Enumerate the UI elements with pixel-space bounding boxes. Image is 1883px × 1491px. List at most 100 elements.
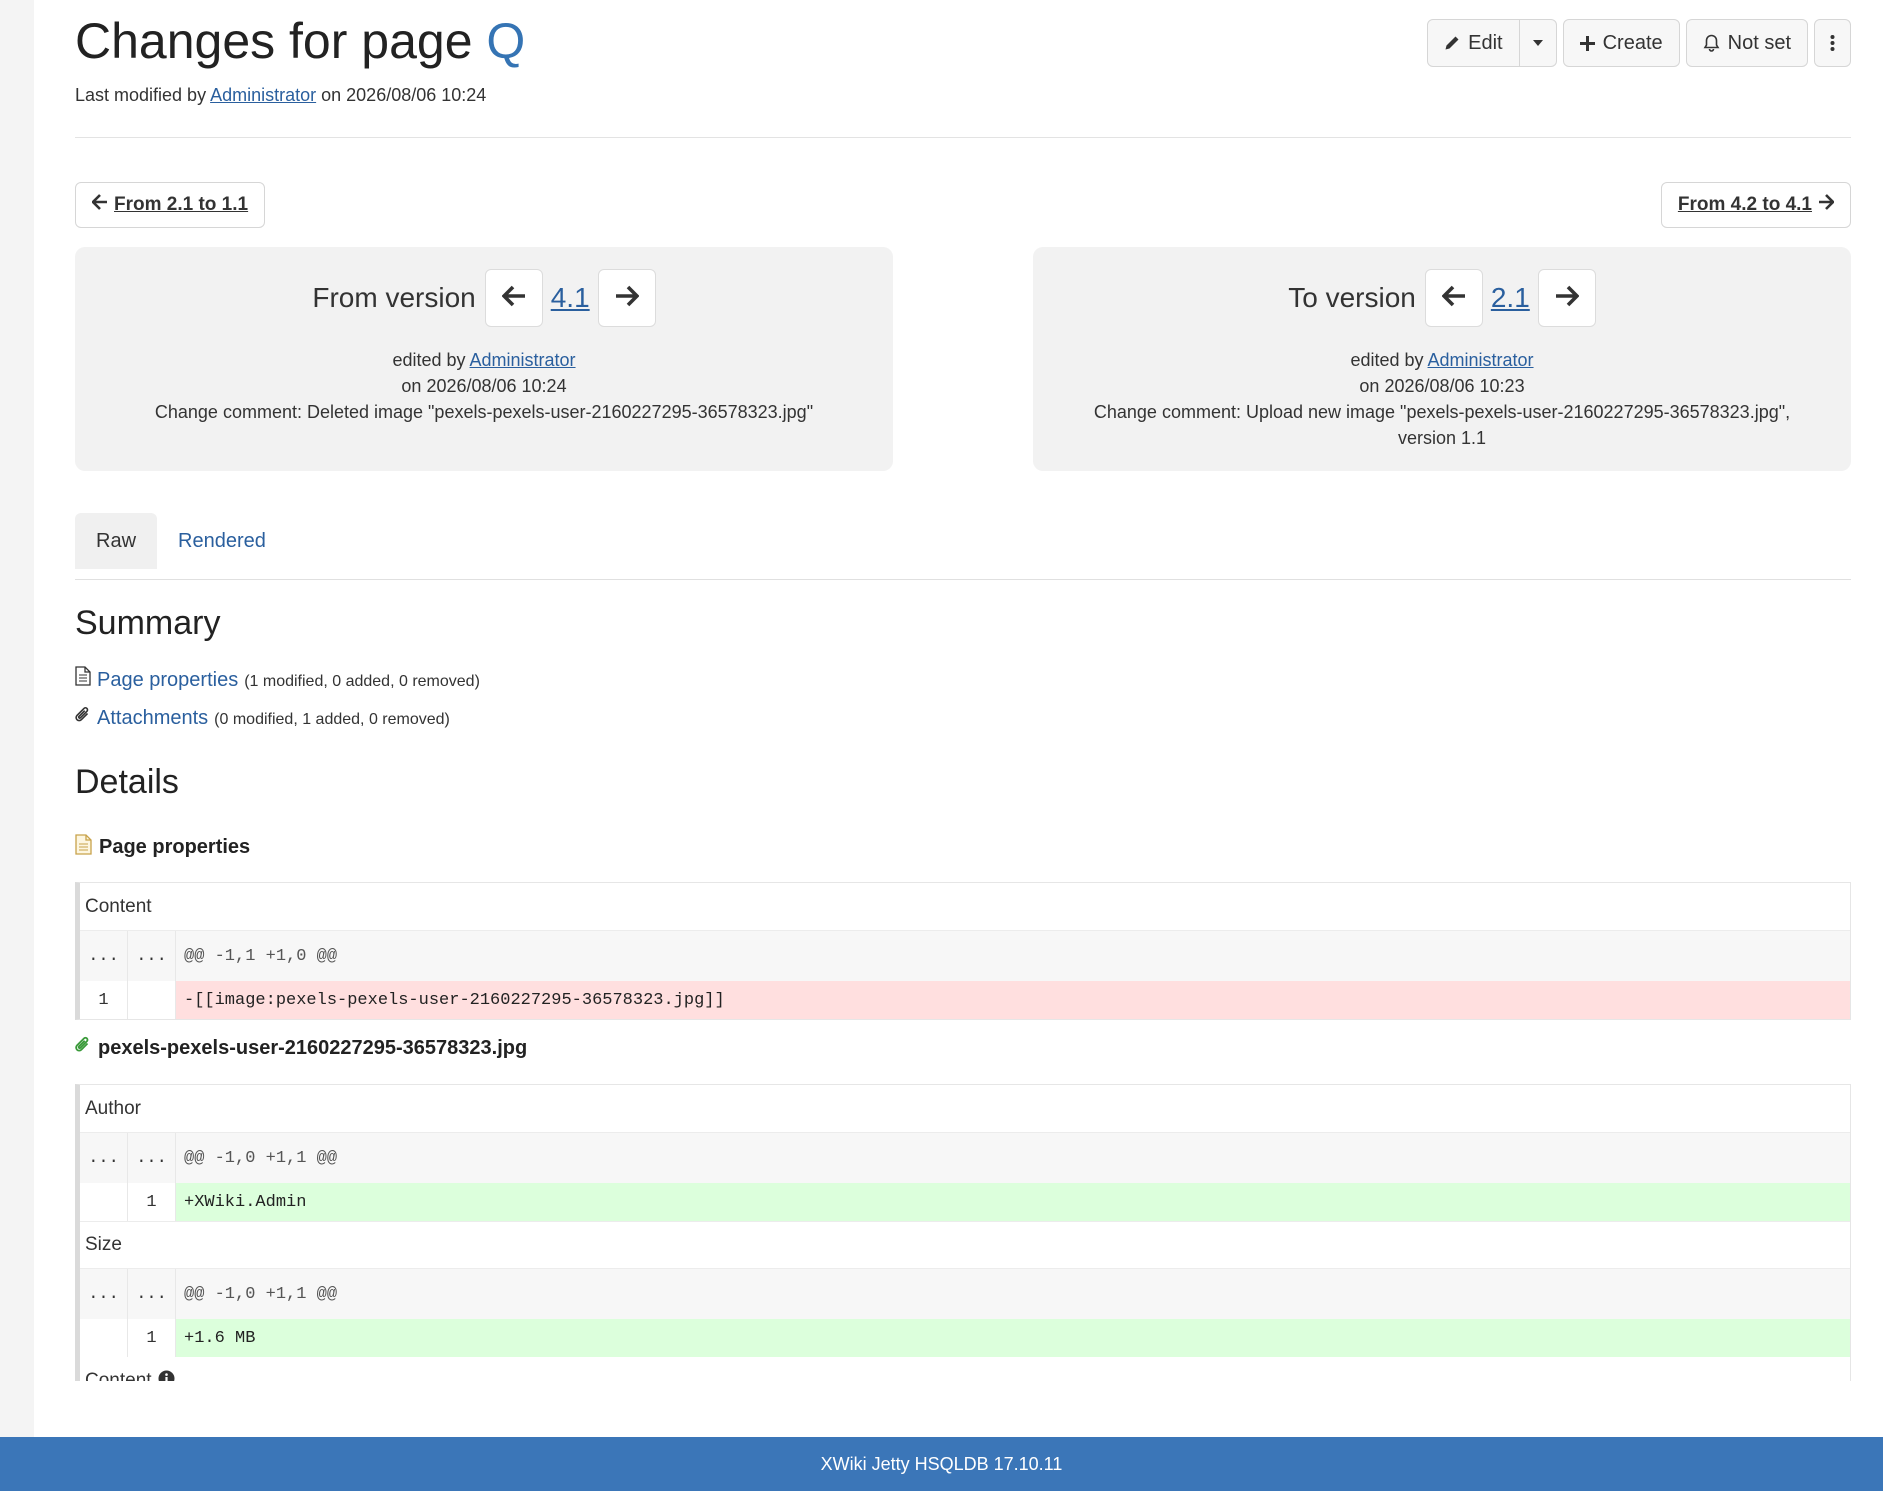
last-modified: Last modified by Administrator on 2026/0… bbox=[75, 85, 486, 106]
to-version-panel: To version 2.1 edited by Administrator o… bbox=[1033, 247, 1851, 471]
tab-rendered[interactable]: Rendered bbox=[157, 513, 287, 569]
footer-text: XWiki Jetty HSQLDB 17.10.11 bbox=[820, 1453, 1063, 1474]
from-version-date: on 2026/08/06 10:24 bbox=[401, 376, 567, 396]
vertical-ellipsis-icon bbox=[1830, 34, 1835, 52]
from-version-previous-button[interactable] bbox=[484, 269, 543, 327]
paperclip-icon bbox=[75, 706, 91, 729]
diff-hunk-header: ... ... @@ -1,0 +1,1 @@ bbox=[80, 1269, 1850, 1319]
details-attachment-title: pexels-pexels-user-2160227295-36578323.j… bbox=[98, 1036, 528, 1059]
new-line-number: ... bbox=[128, 1269, 176, 1319]
diff-line-text: -[[image:pexels-pexels-user-2160227295-3… bbox=[176, 981, 1850, 1019]
notifications-button[interactable]: Not set bbox=[1685, 19, 1808, 67]
diff-hunk-header: ... ... @@ -1,1 +1,0 @@ bbox=[80, 931, 1850, 981]
diff-hunk-header: ... ... @@ -1,0 +1,1 @@ bbox=[80, 1133, 1850, 1183]
arrow-right-icon bbox=[1818, 194, 1835, 216]
edit-dropdown-button[interactable] bbox=[1519, 19, 1557, 67]
to-version-editor: edited by Administrator bbox=[1073, 347, 1811, 373]
more-actions-button[interactable] bbox=[1814, 19, 1851, 67]
from-version-editor: edited by Administrator bbox=[115, 347, 853, 373]
edit-label: Edit bbox=[1468, 31, 1503, 54]
details-page-properties-heading: Page properties bbox=[75, 834, 250, 861]
new-line-number: ... bbox=[128, 1133, 176, 1183]
to-version-date: on 2026/08/06 10:23 bbox=[1359, 376, 1525, 396]
details-heading: Details bbox=[75, 763, 179, 801]
old-line-number: 1 bbox=[80, 981, 128, 1019]
create-button[interactable]: Create bbox=[1562, 19, 1680, 67]
author-link[interactable]: Administrator bbox=[210, 85, 316, 105]
to-version-meta: edited by Administrator on 2026/08/06 10… bbox=[1033, 347, 1851, 451]
summary-heading: Summary bbox=[75, 604, 221, 642]
to-version-author-link[interactable]: Administrator bbox=[1428, 350, 1534, 370]
page-toolbar: Edit Create Not set bbox=[1427, 19, 1851, 67]
arrow-left-icon bbox=[501, 285, 526, 312]
plus-icon bbox=[1579, 35, 1595, 51]
notifications-label: Not set bbox=[1727, 31, 1791, 54]
next-change-button[interactable]: From 4.2 to 4.1 bbox=[1660, 182, 1851, 228]
from-version-next-button[interactable] bbox=[597, 269, 656, 327]
page-title-prefix: Changes for page bbox=[75, 13, 473, 69]
create-label: Create bbox=[1602, 31, 1663, 54]
from-version-author-link[interactable]: Administrator bbox=[470, 350, 576, 370]
diff-line-text: +1.6 MB bbox=[176, 1319, 1850, 1357]
summary-page-properties-counts: (1 modified, 0 added, 0 removed) bbox=[244, 673, 480, 690]
from-version-panel: From version 4.1 edited by Administrator… bbox=[75, 247, 893, 471]
from-version-meta: edited by Administrator on 2026/08/06 10… bbox=[75, 347, 893, 425]
to-version-comment: Change comment: Upload new image "pexels… bbox=[1093, 402, 1791, 448]
diff-property-content: Content bbox=[85, 1370, 152, 1381]
document-icon bbox=[75, 666, 91, 691]
to-version-next-button[interactable] bbox=[1537, 269, 1596, 327]
edit-button-group: Edit bbox=[1427, 19, 1557, 67]
old-line-number: ... bbox=[80, 1269, 128, 1319]
hunk-text: @@ -1,0 +1,1 @@ bbox=[176, 1269, 1850, 1319]
diff-line-removed: 1 -[[image:pexels-pexels-user-2160227295… bbox=[80, 981, 1850, 1019]
pencil-icon bbox=[1444, 35, 1460, 51]
hunk-text: @@ -1,1 +1,0 @@ bbox=[176, 931, 1850, 981]
diff-property-content-row: Content bbox=[80, 1357, 1850, 1381]
paperclip-icon bbox=[75, 1036, 91, 1060]
old-line-number: ... bbox=[80, 931, 128, 981]
summary-attachments-counts: (0 modified, 1 added, 0 removed) bbox=[214, 711, 450, 728]
new-line-number: 1 bbox=[128, 1183, 176, 1221]
page-footer: XWiki Jetty HSQLDB 17.10.11 bbox=[0, 1437, 1883, 1491]
edit-button[interactable]: Edit bbox=[1427, 19, 1520, 67]
arrow-right-icon bbox=[615, 285, 640, 312]
tabs-divider bbox=[75, 579, 1851, 580]
edited-by-prefix: edited by bbox=[1350, 350, 1424, 370]
to-version-label: To version bbox=[1288, 282, 1416, 313]
summary-attachments-link[interactable]: Attachments bbox=[97, 707, 208, 730]
info-icon[interactable] bbox=[158, 1370, 175, 1381]
document-icon bbox=[75, 834, 92, 861]
caret-down-icon bbox=[1532, 39, 1544, 47]
edited-by-prefix: edited by bbox=[392, 350, 466, 370]
new-line-number bbox=[128, 981, 176, 1019]
old-line-number bbox=[80, 1183, 128, 1221]
from-version-link[interactable]: 4.1 bbox=[551, 282, 590, 314]
hunk-text: @@ -1,0 +1,1 @@ bbox=[176, 1133, 1850, 1183]
from-version-label: From version bbox=[312, 282, 476, 313]
previous-change-label: From 2.1 to 1.1 bbox=[114, 194, 249, 215]
view-tabs: Raw Rendered bbox=[75, 513, 287, 569]
new-line-number: ... bbox=[128, 931, 176, 981]
arrow-right-icon bbox=[1555, 285, 1580, 312]
previous-change-button[interactable]: From 2.1 to 1.1 bbox=[75, 182, 266, 228]
summary-item-attachments: Attachments (0 modified, 1 added, 0 remo… bbox=[75, 706, 450, 730]
old-line-number bbox=[80, 1319, 128, 1357]
tab-raw[interactable]: Raw bbox=[75, 513, 158, 569]
details-attachment-heading: pexels-pexels-user-2160227295-36578323.j… bbox=[75, 1036, 527, 1060]
header-divider bbox=[75, 137, 1851, 138]
to-version-selector: To version 2.1 bbox=[1033, 269, 1851, 327]
to-version-link[interactable]: 2.1 bbox=[1491, 282, 1530, 314]
diff-line-added: 1 +1.6 MB bbox=[80, 1319, 1850, 1357]
diff-property-content: Content bbox=[80, 883, 1850, 931]
page-container: Changes for page Q Last modified by Admi… bbox=[34, 0, 1883, 1437]
next-change-label: From 4.2 to 4.1 bbox=[1677, 194, 1812, 215]
from-version-comment: Change comment: Deleted image "pexels-pe… bbox=[154, 402, 814, 422]
summary-page-properties-link[interactable]: Page properties bbox=[97, 669, 238, 692]
new-line-number: 1 bbox=[128, 1319, 176, 1357]
from-version-selector: From version 4.1 bbox=[75, 269, 893, 327]
diff-line-added: 1 +XWiki.Admin bbox=[80, 1183, 1850, 1221]
to-version-previous-button[interactable] bbox=[1424, 269, 1483, 327]
page-name-link[interactable]: Q bbox=[486, 13, 525, 69]
diff-property-size: Size bbox=[80, 1221, 1850, 1269]
diff-property-author: Author bbox=[80, 1085, 1850, 1133]
